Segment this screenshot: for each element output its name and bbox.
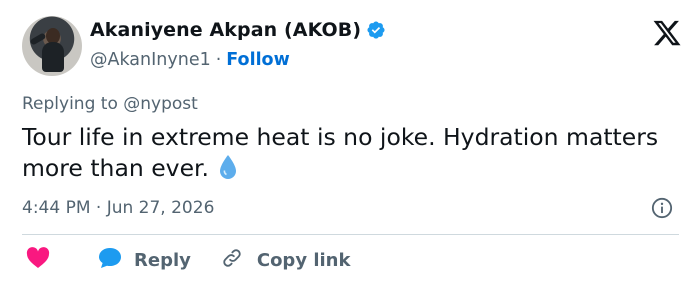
author-handle[interactable]: @AkanInyne1 [90, 50, 211, 70]
tweet-text: Tour life in extreme heat is no joke. Hy… [22, 122, 672, 188]
info-icon[interactable] [651, 197, 673, 219]
follow-button[interactable]: Follow [226, 50, 289, 70]
verified-badge-icon [366, 20, 386, 40]
separator-dot: · [215, 50, 222, 70]
author-name-row: Akaniyene Akpan (AKOB) [90, 19, 386, 41]
x-logo-icon[interactable] [652, 18, 682, 48]
replying-to-line: Replying to @nypost [22, 94, 198, 114]
like-button[interactable] [26, 246, 50, 274]
tweet-header: Akaniyene Akpan (AKOB) @AkanInyne1 · Fol… [22, 16, 682, 76]
heart-icon [26, 246, 50, 274]
tweet-body: Tour life in extreme heat is no joke. Hy… [22, 123, 659, 182]
droplet-emoji [217, 154, 239, 188]
reply-button[interactable]: Reply [98, 247, 191, 274]
link-icon [221, 247, 243, 274]
replying-to-mention[interactable]: @nypost [123, 94, 198, 114]
avatar[interactable] [22, 16, 82, 76]
replying-prefix: Replying to [22, 94, 118, 114]
divider [22, 234, 679, 235]
action-bar: Reply Copy link [22, 246, 350, 274]
copy-link-button[interactable]: Copy link [221, 247, 351, 274]
author-name[interactable]: Akaniyene Akpan (AKOB) [90, 19, 361, 41]
reply-label: Reply [134, 249, 191, 271]
reply-bubble-icon [98, 247, 122, 274]
copy-link-label: Copy link [256, 249, 351, 271]
timestamp[interactable]: 4:44 PM · Jun 27, 2026 [22, 198, 214, 218]
author-handle-row: @AkanInyne1 · Follow [90, 50, 290, 70]
